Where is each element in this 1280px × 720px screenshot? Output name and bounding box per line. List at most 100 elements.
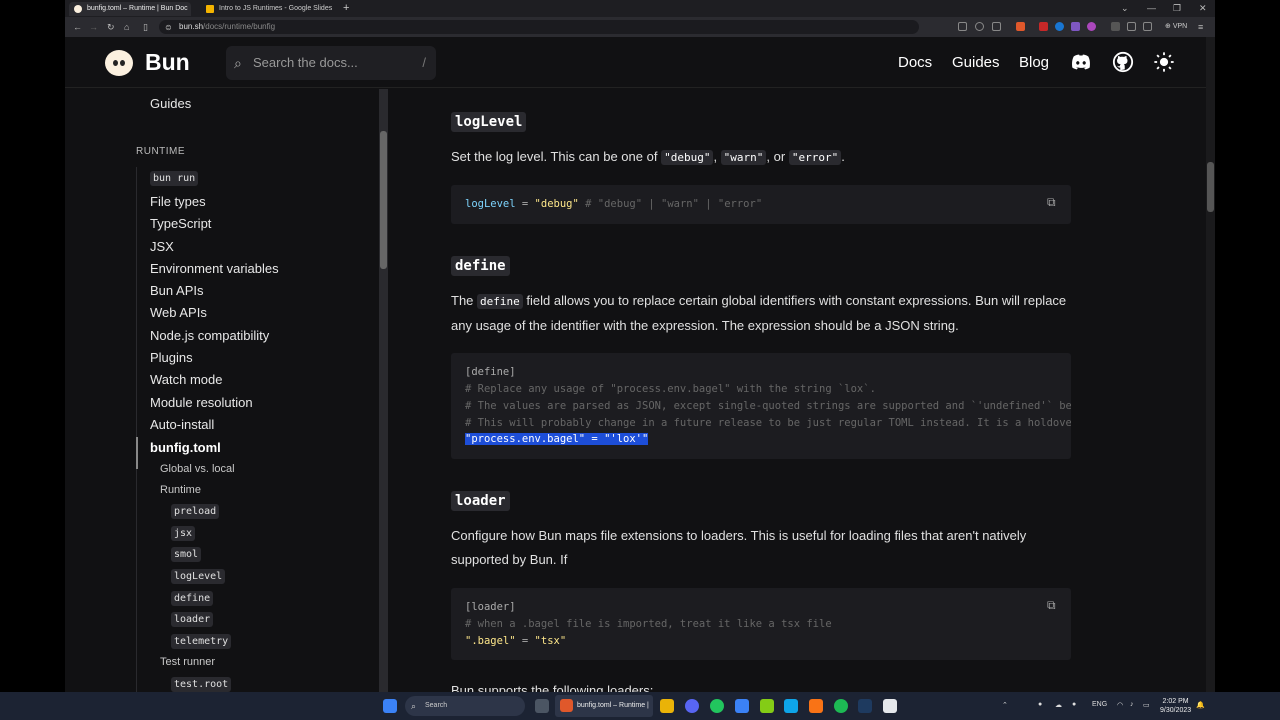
sidebar-link-test-root[interactable]: test.root xyxy=(171,677,232,692)
notifications-icon[interactable]: 🔔 xyxy=(1196,701,1205,709)
reload-icon[interactable]: ↻ xyxy=(107,21,115,33)
sidebar-active-marker xyxy=(136,437,138,469)
docs-search-input[interactable]: ⌕ Search the docs... / xyxy=(226,46,436,80)
heading-loglevel[interactable]: logLevel xyxy=(451,112,527,132)
zoom-icon[interactable] xyxy=(975,22,984,31)
tab-bun-docs[interactable]: bunfig.toml – Runtime | Bun Doc xyxy=(69,2,191,16)
page-scroll-thumb[interactable] xyxy=(1207,162,1214,212)
sidebar-link-preload[interactable]: preload xyxy=(171,504,220,519)
discord-icon[interactable] xyxy=(1070,51,1092,73)
sidebar-item-nodejs-compat[interactable]: Node.js compatibility xyxy=(150,328,269,343)
url-field[interactable]: ⊜ bun.sh/docs/runtime/bunfig xyxy=(159,20,919,34)
sidebar-item-module-resolution[interactable]: Module resolution xyxy=(150,395,253,410)
new-tab-button[interactable]: + xyxy=(343,2,349,15)
discord-taskbar-icon[interactable] xyxy=(685,699,699,713)
extension-blue-icon[interactable] xyxy=(1055,22,1064,31)
sidebar-scroll-thumb[interactable] xyxy=(380,131,387,269)
page-scrollbar[interactable] xyxy=(1206,37,1215,692)
spotify-icon[interactable] xyxy=(834,699,848,713)
sidebar-link-telemetry[interactable]: telemetry xyxy=(171,634,232,649)
camera-icon[interactable] xyxy=(1111,22,1120,31)
sidebar-sub-global-vs-local[interactable]: Global vs. local xyxy=(160,463,235,475)
bookmark-icon[interactable]: ▯ xyxy=(143,21,148,33)
sidebar-item-watch-mode[interactable]: Watch mode xyxy=(150,372,223,387)
bun-logo-icon[interactable] xyxy=(105,50,133,76)
nav-docs[interactable]: Docs xyxy=(898,54,932,71)
theme-toggle-sun-icon[interactable] xyxy=(1153,51,1175,73)
vpn-label: VPN xyxy=(1172,23,1188,30)
taskbar-search[interactable]: ⌕ Search xyxy=(405,696,525,716)
extension-purple-icon[interactable] xyxy=(1071,22,1080,31)
maximize-icon[interactable]: ❐ xyxy=(1173,2,1181,14)
sidebar-link-loglevel[interactable]: logLevel xyxy=(171,569,226,584)
heading-define[interactable]: define xyxy=(451,256,510,276)
extension-wallet-icon[interactable] xyxy=(1087,22,1096,31)
sidebar-item-bunfig-active[interactable]: bunfig.toml xyxy=(150,440,221,455)
sidebar-sub-runtime[interactable]: Runtime xyxy=(160,484,201,496)
battery-icon[interactable]: ▭ xyxy=(1143,701,1150,709)
sidebar-item-plugins[interactable]: Plugins xyxy=(150,350,193,365)
code-block-loglevel[interactable]: logLevel = "debug" # "debug" | "warn" | … xyxy=(451,185,1071,224)
volume-icon[interactable]: ♪ xyxy=(1130,701,1134,708)
wifi-icon[interactable]: ◠ xyxy=(1117,701,1123,709)
sidebar-item-guides[interactable]: Guides xyxy=(150,96,191,111)
notion-icon[interactable] xyxy=(883,699,897,713)
extension-red-icon[interactable] xyxy=(1039,22,1048,31)
extensions-puzzle-icon[interactable] xyxy=(1127,22,1136,31)
menu-icon[interactable]: ≡ xyxy=(1198,21,1203,33)
sidebar-link-smol[interactable]: smol xyxy=(171,547,202,562)
sidebar-toggle-icon[interactable] xyxy=(1143,22,1152,31)
language-indicator[interactable]: ENG xyxy=(1092,701,1107,708)
github-icon[interactable] xyxy=(1112,51,1134,73)
sidebar-item-typescript[interactable]: TypeScript xyxy=(150,216,211,231)
sidebar-item-bun-run[interactable]: bun run xyxy=(150,171,199,186)
nav-blog[interactable]: Blog xyxy=(1019,54,1049,71)
home-icon[interactable]: ⌂ xyxy=(124,21,129,33)
tab-google-slides[interactable]: Intro to JS Runtimes - Google Slides xyxy=(201,2,335,16)
onedrive-icon[interactable]: ☁ xyxy=(1055,701,1062,709)
heading-loader[interactable]: loader xyxy=(451,491,510,511)
forward-icon[interactable]: → xyxy=(89,21,98,33)
tray-chevron-icon[interactable]: ⌃ xyxy=(1002,701,1008,709)
close-window-icon[interactable]: ✕ xyxy=(1199,2,1207,14)
start-icon[interactable] xyxy=(383,699,397,713)
tray-steam-icon[interactable]: ● xyxy=(1072,701,1076,708)
app-orange-icon[interactable] xyxy=(809,699,823,713)
sidebar-link-define[interactable]: define xyxy=(171,591,214,606)
sidebar-item-auto-install[interactable]: Auto-install xyxy=(150,417,214,432)
vpn-button[interactable]: ⊕ VPN xyxy=(1165,21,1187,33)
minimize-icon[interactable]: — xyxy=(1147,2,1156,14)
share-icon[interactable] xyxy=(992,22,1001,31)
whatsapp-icon[interactable] xyxy=(710,699,724,713)
brave-shield-icon[interactable] xyxy=(1016,22,1025,31)
sidebar-item-env-vars[interactable]: Environment variables xyxy=(150,261,279,276)
vscode-icon[interactable] xyxy=(784,699,798,713)
sidebar-item-bun-apis[interactable]: Bun APIs xyxy=(150,283,203,298)
todo-icon[interactable] xyxy=(735,699,749,713)
calculator-icon[interactable] xyxy=(760,699,774,713)
sidebar-scrollbar[interactable] xyxy=(379,89,388,692)
file-explorer-icon[interactable] xyxy=(660,699,674,713)
sidebar-link-loader[interactable]: loader xyxy=(171,612,214,627)
taskbar-clock[interactable]: 2:02 PM 9/30/2023 xyxy=(1160,697,1191,715)
code-block-loader[interactable]: [loader] # when a .bagel file is importe… xyxy=(451,588,1071,660)
steam-icon[interactable] xyxy=(858,699,872,713)
copy-icon[interactable]: ⧉ xyxy=(1047,598,1065,614)
screenshot-icon[interactable] xyxy=(958,22,967,31)
sidebar-link-jsx[interactable]: jsx xyxy=(171,526,196,541)
copy-icon[interactable]: ⧉ xyxy=(1047,195,1065,211)
nav-guides[interactable]: Guides xyxy=(952,54,1000,71)
loglevel-description: Set the log level. This can be one of "d… xyxy=(451,149,845,165)
sidebar-sub-test-runner[interactable]: Test runner xyxy=(160,656,215,668)
sidebar-item-jsx[interactable]: JSX xyxy=(150,239,174,254)
sidebar-item-file-types[interactable]: File types xyxy=(150,194,206,209)
task-view-icon[interactable] xyxy=(535,699,549,713)
clock-time: 2:02 PM xyxy=(1162,698,1189,705)
taskbar-browser-window[interactable]: bunfig.toml – Runtime | xyxy=(555,695,653,717)
code-block-define[interactable]: [define] # Replace any usage of "process… xyxy=(451,353,1071,459)
sidebar-item-web-apis[interactable]: Web APIs xyxy=(150,305,207,320)
back-icon[interactable]: ← xyxy=(73,21,82,33)
tab-search-icon[interactable]: ⌄ xyxy=(1121,2,1129,14)
tray-app-icon[interactable]: ● xyxy=(1038,701,1042,708)
brand-name[interactable]: Bun xyxy=(145,49,190,76)
